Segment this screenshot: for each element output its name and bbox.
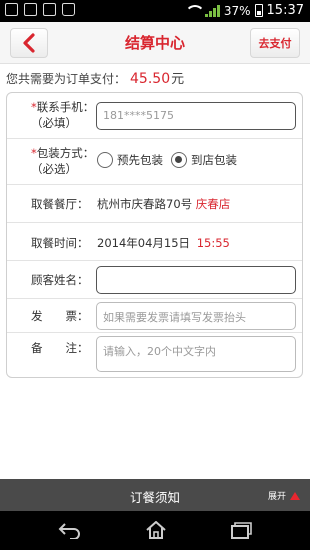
invoice-label: 发 票： bbox=[31, 309, 89, 323]
wifi-icon bbox=[184, 4, 205, 17]
pickup-time-row: 取餐时间： 2014年04月15日 15:55 bbox=[7, 223, 302, 261]
mail-notification-icon bbox=[43, 3, 56, 16]
expand-label: 展开 bbox=[267, 492, 286, 502]
order-total-unit: 元 bbox=[171, 72, 185, 87]
customer-name-input[interactable] bbox=[96, 266, 296, 294]
phone-input[interactable]: 181****5175 bbox=[96, 102, 296, 130]
order-total: 您共需要为订单支付： 45.50 元 bbox=[6, 68, 184, 87]
customer-name-row: 顾客姓名： bbox=[7, 261, 302, 299]
restaurant-branch: 庆春店 bbox=[195, 197, 231, 211]
order-total-prefix: 您共需要为订单支付： bbox=[6, 72, 127, 86]
system-home-button[interactable] bbox=[145, 520, 167, 543]
checkout-form: *联系手机： （必填） 181****5175 *包装方式： （必选） 预先包装… bbox=[6, 92, 303, 378]
radio-instore-pack[interactable] bbox=[171, 152, 187, 168]
expand-toggle[interactable]: 展开 bbox=[268, 489, 300, 502]
remark-row: 备 注： 请输入，20个中文字内 bbox=[7, 333, 302, 377]
pickup-time-label: 取餐时间： bbox=[31, 236, 89, 250]
restaurant-address: 杭州市庆春路70号 bbox=[97, 197, 193, 211]
notification-icons bbox=[5, 3, 75, 16]
chat-notification-icon bbox=[24, 3, 37, 16]
phone-label: *联系手机： bbox=[31, 100, 95, 114]
battery-icon bbox=[254, 4, 263, 17]
signal-icon bbox=[204, 4, 220, 17]
radio-prepack[interactable] bbox=[97, 152, 113, 168]
invoice-input[interactable]: 如果需要发票请填写发票抬头 bbox=[96, 302, 296, 330]
packing-label: *包装方式： bbox=[31, 146, 95, 160]
restaurant-row: 取餐餐厅： 杭州市庆春路70号 庆春店 bbox=[7, 185, 302, 223]
customer-name-label: 顾客姓名： bbox=[31, 273, 89, 287]
packing-options: 预先包装 到店包装 bbox=[97, 152, 237, 168]
recent-apps-icon bbox=[231, 522, 252, 539]
remark-label: 备 注： bbox=[31, 341, 89, 355]
status-indicators: 37% 15:37 bbox=[184, 3, 304, 18]
packing-required-hint: （必选） bbox=[31, 162, 77, 176]
go-pay-button[interactable]: 去支付 bbox=[250, 28, 300, 58]
pickup-clock-time: 15:55 bbox=[196, 236, 230, 250]
restaurant-label: 取餐餐厅： bbox=[31, 197, 89, 211]
clock: 15:37 bbox=[266, 3, 304, 18]
option-prepack-label[interactable]: 预先包装 bbox=[117, 152, 163, 168]
restaurant-value: 杭州市庆春路70号 庆春店 bbox=[97, 196, 230, 212]
phone-row: *联系手机： （必填） 181****5175 bbox=[7, 93, 302, 139]
triangle-up-icon bbox=[290, 491, 300, 500]
invoice-row: 发 票： 如果需要发票请填写发票抬头 bbox=[7, 299, 302, 333]
image-notification-icon bbox=[5, 3, 18, 16]
notice-title: 订餐须知 bbox=[129, 490, 180, 505]
home-icon bbox=[146, 520, 166, 539]
back-arrow-icon bbox=[58, 523, 80, 540]
header: 结算中心 去支付 bbox=[0, 22, 310, 64]
option-instore-pack-label[interactable]: 到店包装 bbox=[191, 152, 237, 168]
order-notice-bar[interactable]: 订餐须知 展开 bbox=[0, 479, 310, 511]
battery-percent: 37% bbox=[223, 3, 251, 18]
system-back-button[interactable] bbox=[58, 521, 82, 543]
remark-input[interactable]: 请输入，20个中文字内 bbox=[96, 336, 296, 372]
packing-row: *包装方式： （必选） 预先包装 到店包装 bbox=[7, 139, 302, 185]
system-recent-apps-button[interactable] bbox=[230, 521, 252, 543]
shopping-bag-notification-icon bbox=[62, 3, 75, 16]
status-bar: 37% 15:37 bbox=[0, 0, 310, 22]
system-nav-bar bbox=[0, 511, 310, 550]
pickup-time-value: 2014年04月15日 15:55 bbox=[97, 235, 230, 251]
pickup-date: 2014年04月15日 bbox=[97, 236, 191, 250]
phone-required-hint: （必填） bbox=[31, 116, 77, 130]
order-total-amount: 45.50 bbox=[130, 71, 171, 87]
